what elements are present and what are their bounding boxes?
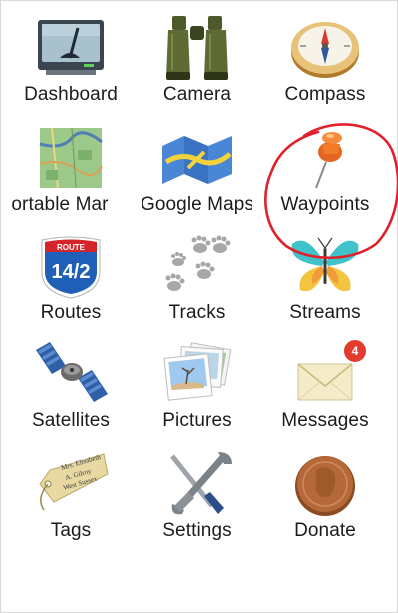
footprints-icon xyxy=(158,232,236,300)
luggage-tag-icon: Mrs. Elisabeth A. Gilroy West Sussex xyxy=(32,450,110,518)
menu-item-label: Settings xyxy=(162,520,232,541)
butterfly-icon xyxy=(286,232,364,300)
menu-item-tags[interactable]: Mrs. Elisabeth A. Gilroy West Sussex Tag… xyxy=(0,442,142,552)
route-shield-top-text: ROUTE xyxy=(57,243,86,252)
menu-item-label: Routes xyxy=(40,302,102,323)
menu-item-label: ortable Mar xyxy=(11,194,109,215)
unread-count-badge: 4 xyxy=(342,338,368,364)
satellite-icon xyxy=(32,340,110,408)
menu-item-label: Google Maps xyxy=(142,194,252,215)
pushpin-icon xyxy=(286,124,364,192)
menu-item-label: Camera xyxy=(162,84,232,105)
menu-item-label: Donate xyxy=(294,520,356,541)
menu-item-label: Tags xyxy=(50,520,92,541)
photos-icon xyxy=(158,340,236,408)
menu-item-tracks[interactable]: Tracks xyxy=(142,224,252,332)
menu-item-portable-maps[interactable]: ortable Mar xyxy=(0,116,142,224)
tools-icon xyxy=(158,450,236,518)
binoculars-icon xyxy=(158,14,236,82)
menu-item-label: Pictures xyxy=(162,410,232,431)
menu-item-camera[interactable]: Camera xyxy=(142,6,252,116)
dashboard-icon xyxy=(32,14,110,82)
app-menu-grid: Dashboard Camera Compass ortable Mar Goo… xyxy=(0,6,398,566)
menu-item-settings[interactable]: Settings xyxy=(142,442,252,552)
menu-item-satellites[interactable]: Satellites xyxy=(0,332,142,442)
menu-item-streams[interactable]: Streams xyxy=(252,224,398,332)
menu-item-label: Dashboard xyxy=(24,84,118,105)
menu-item-messages[interactable]: 4 Messages xyxy=(252,332,398,442)
menu-item-google-maps[interactable]: Google Maps xyxy=(142,116,252,224)
penny-coin-icon xyxy=(286,450,364,518)
route-shield-icon: ROUTE 14/2 xyxy=(32,232,110,300)
menu-item-dashboard[interactable]: Dashboard xyxy=(0,6,142,116)
google-maps-icon xyxy=(158,124,236,192)
menu-item-pictures[interactable]: Pictures xyxy=(142,332,252,442)
menu-item-routes[interactable]: ROUTE 14/2 Routes xyxy=(0,224,142,332)
menu-item-label: Streams xyxy=(289,302,361,323)
menu-item-label: Waypoints xyxy=(280,194,370,215)
menu-item-donate[interactable]: Donate xyxy=(252,442,398,552)
menu-item-label: Satellites xyxy=(31,410,111,431)
menu-item-label: Messages xyxy=(281,410,369,431)
route-shield-number-text: 14/2 xyxy=(52,261,91,283)
compass-icon xyxy=(286,14,364,82)
menu-item-compass[interactable]: Compass xyxy=(252,6,398,116)
menu-item-label: Tracks xyxy=(168,302,226,323)
menu-item-label: Compass xyxy=(284,84,366,105)
menu-item-waypoints[interactable]: Waypoints xyxy=(252,116,398,224)
portable-map-icon xyxy=(32,124,110,192)
